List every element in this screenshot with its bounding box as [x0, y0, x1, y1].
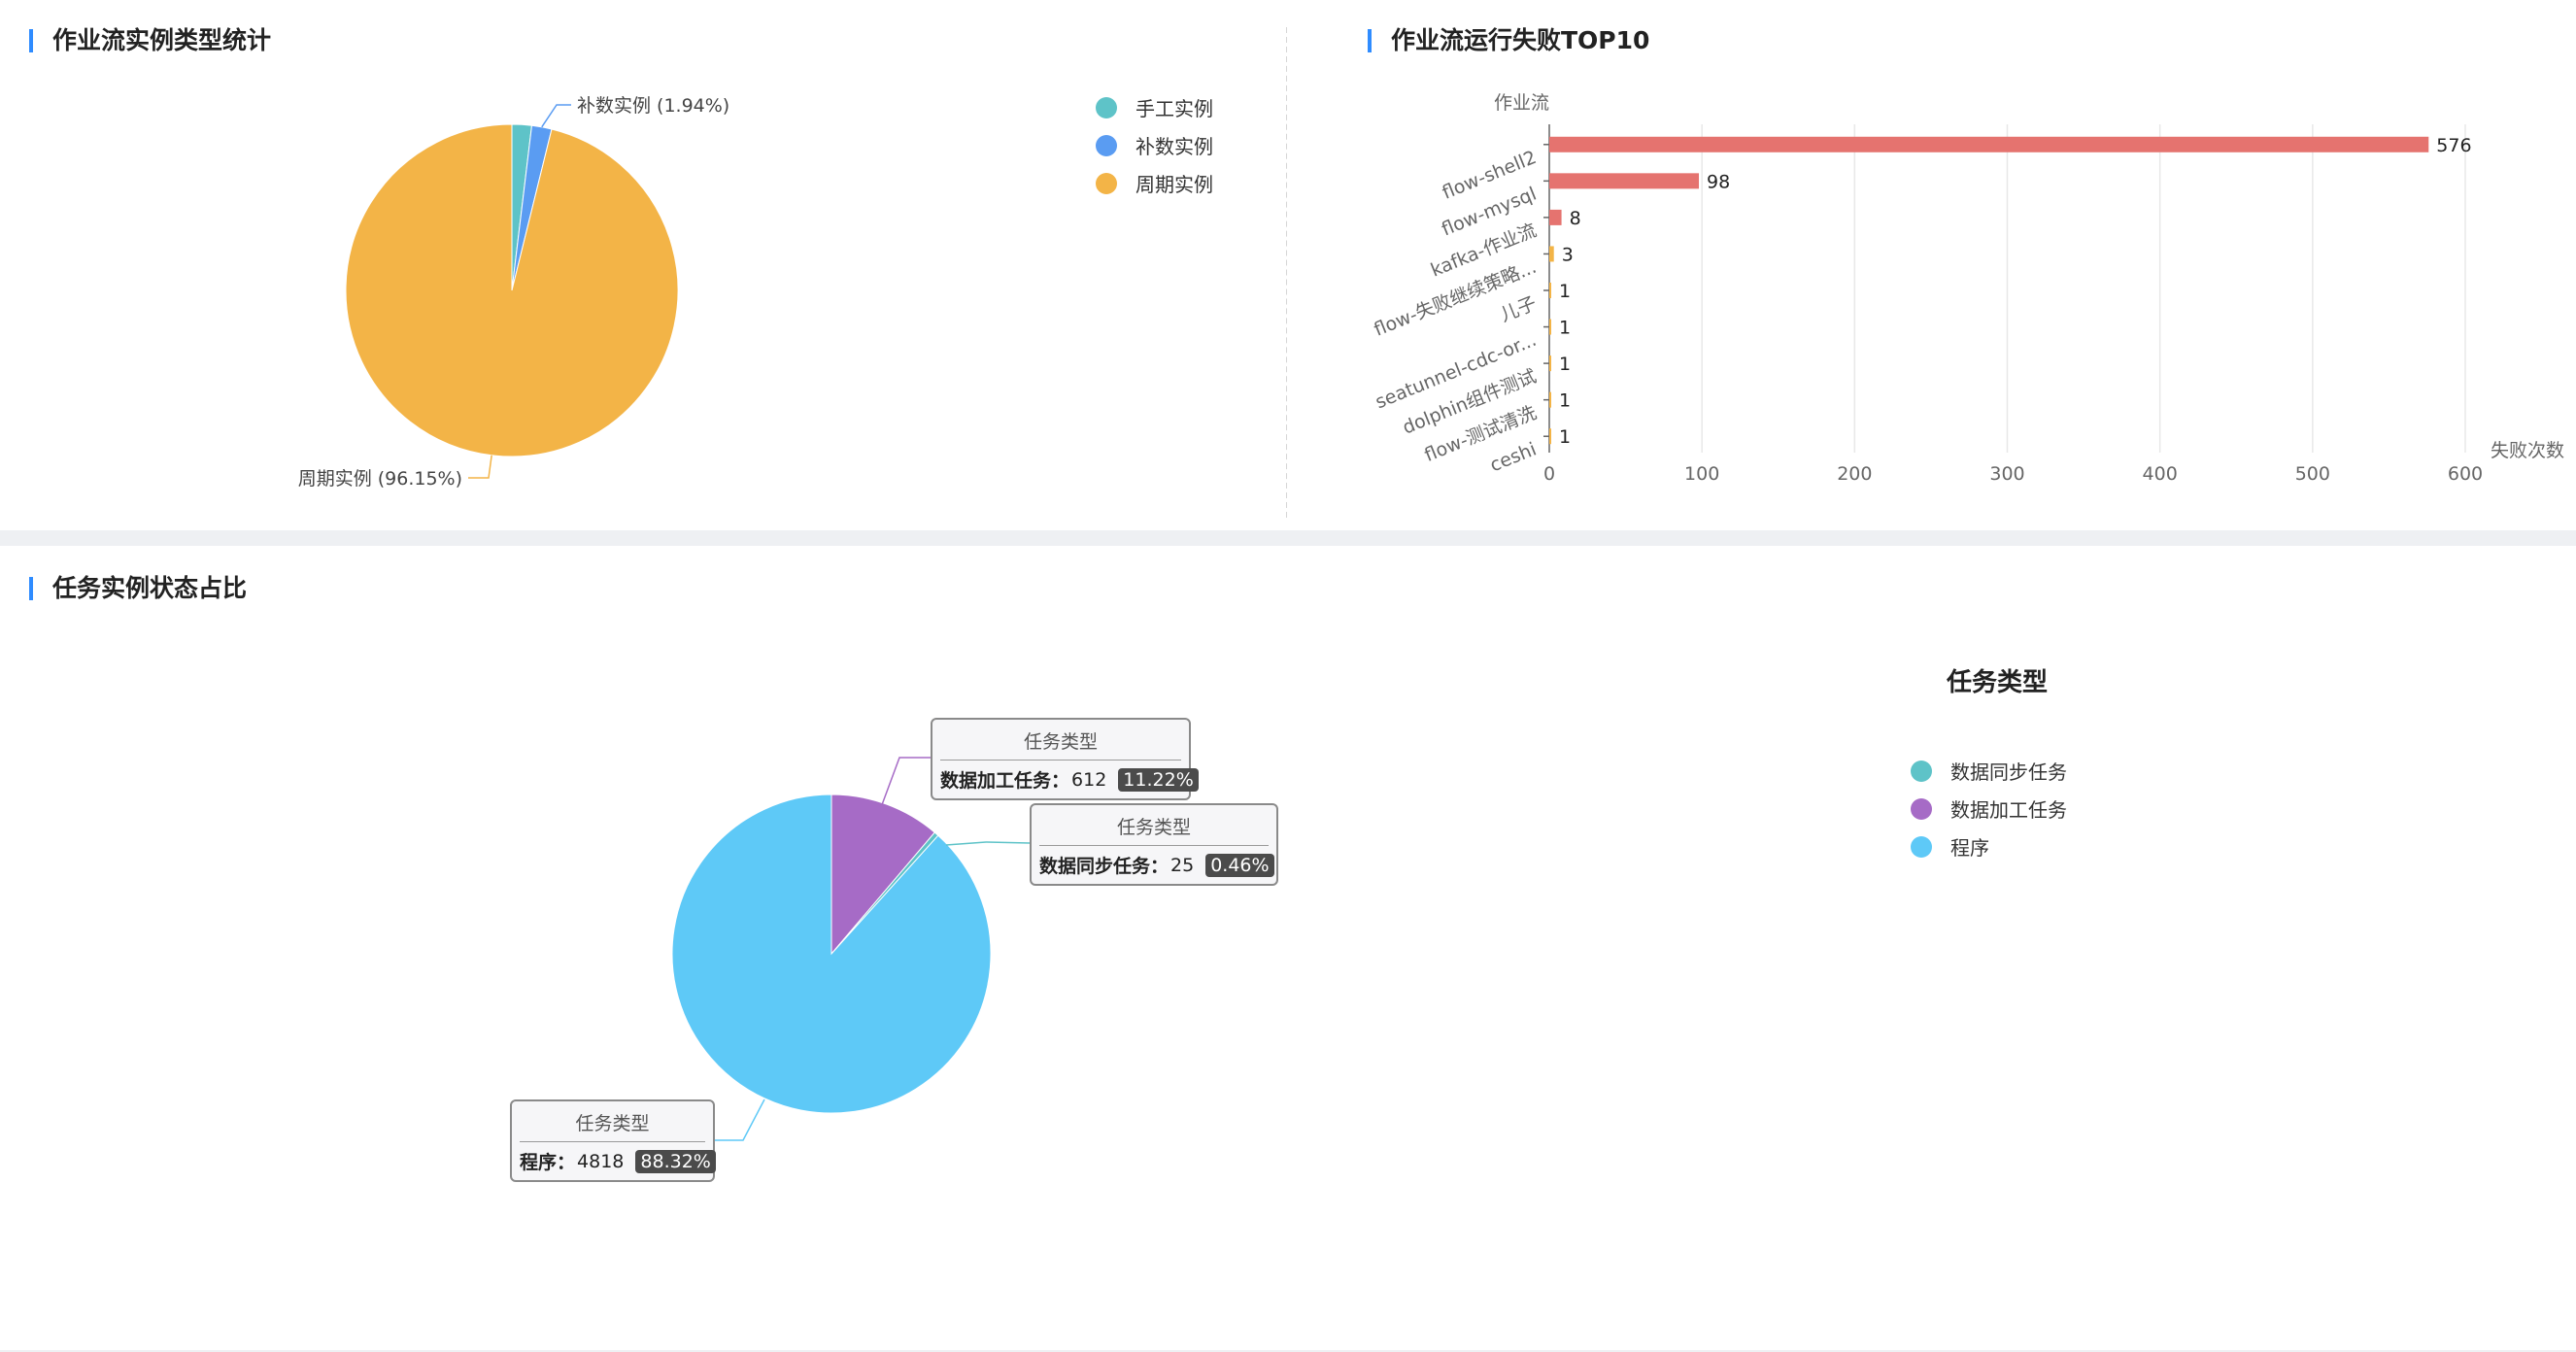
tooltip-value: 612	[1071, 768, 1107, 791]
x-tick-label: 600	[2448, 463, 2483, 485]
workflow-type-legend: 手工实例 补数实例 周期实例	[1096, 88, 1213, 202]
legend-item-data-processing[interactable]: 数据加工任务	[1911, 790, 2067, 828]
pie-slice	[671, 794, 992, 1114]
tooltip-series-name: 程序	[520, 1152, 558, 1173]
legend-dot	[1096, 172, 1117, 194]
legend-item-periodic[interactable]: 周期实例	[1096, 164, 1213, 202]
pie-leader-line	[715, 1098, 765, 1141]
legend-label: 程序	[1950, 836, 1989, 860]
legend-item-data-sync[interactable]: 数据同步任务	[1911, 752, 2067, 790]
x-tick-label: 100	[1684, 463, 1719, 485]
legend-item-program[interactable]: 程序	[1911, 828, 2067, 865]
bar-value-label: 1	[1559, 426, 1571, 448]
bar	[1549, 136, 2429, 152]
tooltip-percent: 11.22%	[1118, 767, 1199, 792]
bar	[1549, 355, 1551, 372]
tooltip-percent: 88.32%	[635, 1149, 716, 1173]
legend-label: 补数实例	[1135, 135, 1213, 158]
legend-label: 手工实例	[1135, 97, 1213, 120]
legend-dot	[1911, 760, 1932, 782]
x-tick-label: 400	[2143, 463, 2178, 485]
x-tick-label: 300	[1989, 463, 2024, 485]
legend-dot	[1096, 134, 1117, 156]
bar	[1549, 283, 1551, 298]
pie-leader-line	[945, 841, 1031, 846]
pie-leader-line	[541, 104, 571, 128]
legend-label: 数据加工任务	[1950, 798, 2067, 822]
section-separator	[0, 530, 2576, 546]
pie-slice-label: 补数实例 (1.94%)	[577, 95, 729, 117]
legend-item-manual[interactable]: 手工实例	[1096, 88, 1213, 126]
workflow-fail-panel: 作业流运行失败TOP10 0 100 200 300 400 500 600 作业流 失败次数 5…	[1287, 0, 2576, 524]
workflow-fail-bar-chart: 0 100 200 300 400 500 600作业流失败次数576flow-shell2…	[1371, 92, 2564, 485]
bar-value-label: 8	[1570, 208, 1581, 229]
task-type-legend-title: 任务类型	[1947, 668, 2049, 697]
bar	[1549, 391, 1551, 408]
tooltip-title: 任务类型	[520, 1109, 705, 1142]
workflow-type-pie: 补数实例 (1.94%) 周期实例 (96.15%)	[298, 95, 730, 490]
y-tick-label: ceshi	[1487, 438, 1540, 476]
bar-value-label: 1	[1559, 354, 1571, 375]
bar	[1549, 246, 1554, 262]
legend-dot	[1911, 835, 1932, 858]
bar-value-label: 1	[1559, 390, 1571, 412]
tooltip-program: 任务类型 程序： 4818 88.32%	[510, 1099, 716, 1182]
tooltip-value: 4818	[577, 1150, 625, 1172]
x-axis-title: 失败次数	[2491, 440, 2564, 461]
y-tick-label: 儿子	[1497, 292, 1539, 326]
task-type-legend: 数据同步任务 数据加工任务 程序	[1911, 752, 2067, 865]
x-tick-label: 500	[2295, 463, 2330, 485]
tooltip-colon: ：	[1150, 856, 1169, 877]
bar-value-label: 1	[1559, 318, 1571, 339]
tooltip-data-sync: 任务类型 数据同步任务： 25 0.46%	[1030, 803, 1278, 886]
bar	[1549, 428, 1551, 445]
legend-label: 数据同步任务	[1950, 760, 2067, 784]
workflow-type-panel: 作业流实例类型统计 补数实例 (1.94%) 周期实例 (96.15%) 手工实例…	[0, 0, 1287, 524]
legend-item-backfill[interactable]: 补数实例	[1096, 126, 1213, 164]
bar-value-label: 576	[2436, 135, 2471, 156]
tooltip-title: 任务类型	[940, 727, 1181, 760]
legend-label: 周期实例	[1135, 173, 1213, 196]
tooltip-title: 任务类型	[1039, 813, 1269, 846]
pie-leader-line	[879, 757, 931, 811]
tooltip-series-name: 数据同步任务	[1039, 856, 1151, 877]
tooltip-colon: ：	[1051, 770, 1070, 792]
legend-dot	[1096, 96, 1117, 118]
pie-slice	[345, 123, 679, 457]
x-tick-label: 200	[1837, 463, 1872, 485]
pie-leader-line	[468, 455, 492, 479]
bar	[1549, 173, 1700, 189]
y-axis-title: 作业流	[1494, 92, 1549, 114]
tooltip-percent: 0.46%	[1205, 853, 1274, 877]
tooltip-colon: ：	[557, 1152, 576, 1173]
task-status-pie	[671, 757, 1031, 1141]
bar	[1549, 209, 1562, 225]
bar	[1549, 319, 1551, 335]
tooltip-data-processing: 任务类型 数据加工任务： 612 11.22%	[931, 718, 1199, 800]
pie-slice-label: 周期实例 (96.15%)	[298, 468, 462, 490]
x-tick-label: 0	[1543, 463, 1555, 485]
bar-value-label: 3	[1562, 244, 1574, 265]
bar-value-label: 98	[1707, 171, 1730, 192]
tooltip-series-name: 数据加工任务	[940, 770, 1052, 792]
tooltip-value: 25	[1170, 854, 1195, 876]
legend-dot	[1911, 797, 1932, 820]
bar-value-label: 1	[1559, 281, 1571, 302]
